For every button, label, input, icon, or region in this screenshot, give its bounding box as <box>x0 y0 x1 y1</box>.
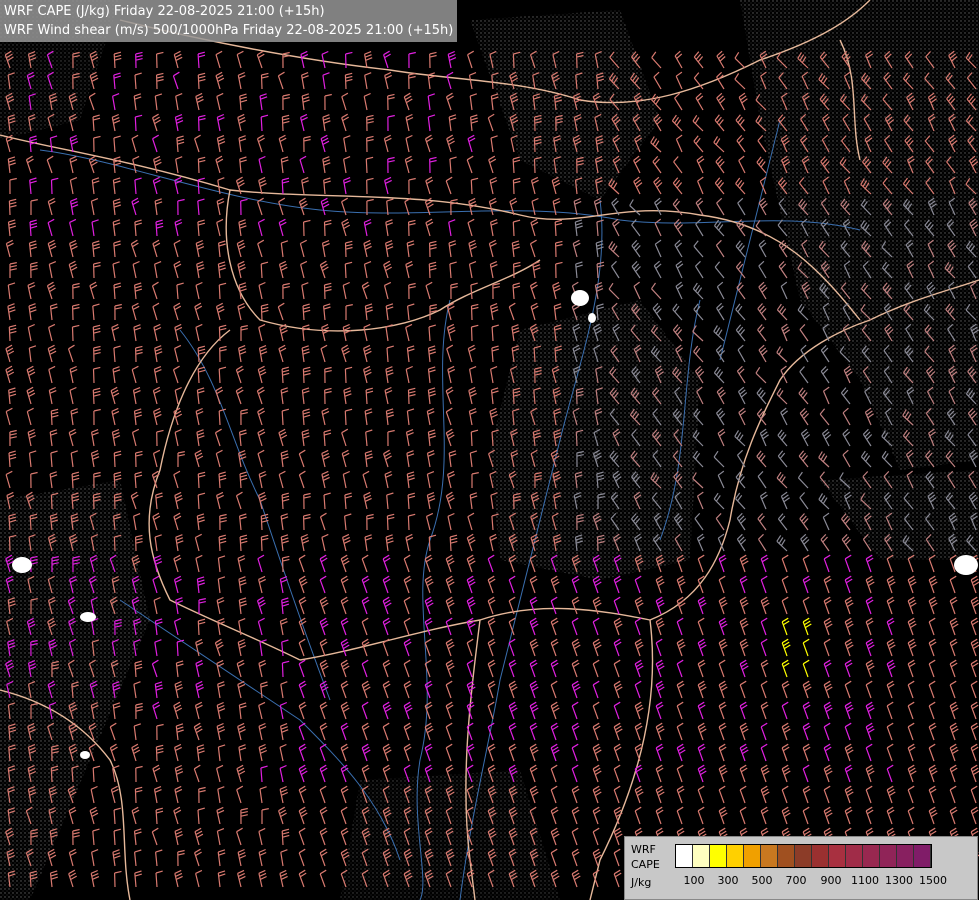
legend-swatch <box>863 845 880 867</box>
map-title-box: WRF CAPE (J/kg) Friday 22-08-2025 21:00 … <box>0 0 458 42</box>
legend-tick: 300 <box>717 874 739 887</box>
legend-swatch <box>744 845 761 867</box>
legend-tick: 700 <box>785 874 807 887</box>
legend-tick: 100 <box>683 874 705 887</box>
legend-label-unit: J/kg <box>631 876 652 889</box>
legend-swatch <box>880 845 897 867</box>
legend-tick: 1100 <box>851 874 879 887</box>
title-line-shear: WRF Wind shear (m/s) 500/1000hPa Friday … <box>4 23 454 38</box>
legend-swatch <box>897 845 914 867</box>
legend-swatch <box>914 845 931 867</box>
legend-swatch <box>727 845 744 867</box>
legend-swatch <box>829 845 846 867</box>
legend-tick: 1500 <box>919 874 947 887</box>
legend-swatch <box>761 845 778 867</box>
title-line-cape: WRF CAPE (J/kg) Friday 22-08-2025 21:00 … <box>4 4 325 19</box>
legend-swatch <box>795 845 812 867</box>
legend-tick: 500 <box>751 874 773 887</box>
legend-swatch <box>846 845 863 867</box>
legend-swatch <box>778 845 795 867</box>
legend-color-scale <box>675 844 932 868</box>
legend-tick: 900 <box>820 874 842 887</box>
legend-swatch <box>676 845 693 867</box>
cape-legend: WRF CAPE J/kg 100 300 500 700 900 1100 1… <box>624 836 978 900</box>
weather-map <box>0 0 979 900</box>
legend-tick: 1300 <box>885 874 913 887</box>
legend-swatch <box>710 845 727 867</box>
legend-label-model: WRF <box>631 843 656 856</box>
legend-label-variable: CAPE <box>631 858 660 871</box>
legend-swatch <box>693 845 710 867</box>
legend-swatch <box>812 845 829 867</box>
